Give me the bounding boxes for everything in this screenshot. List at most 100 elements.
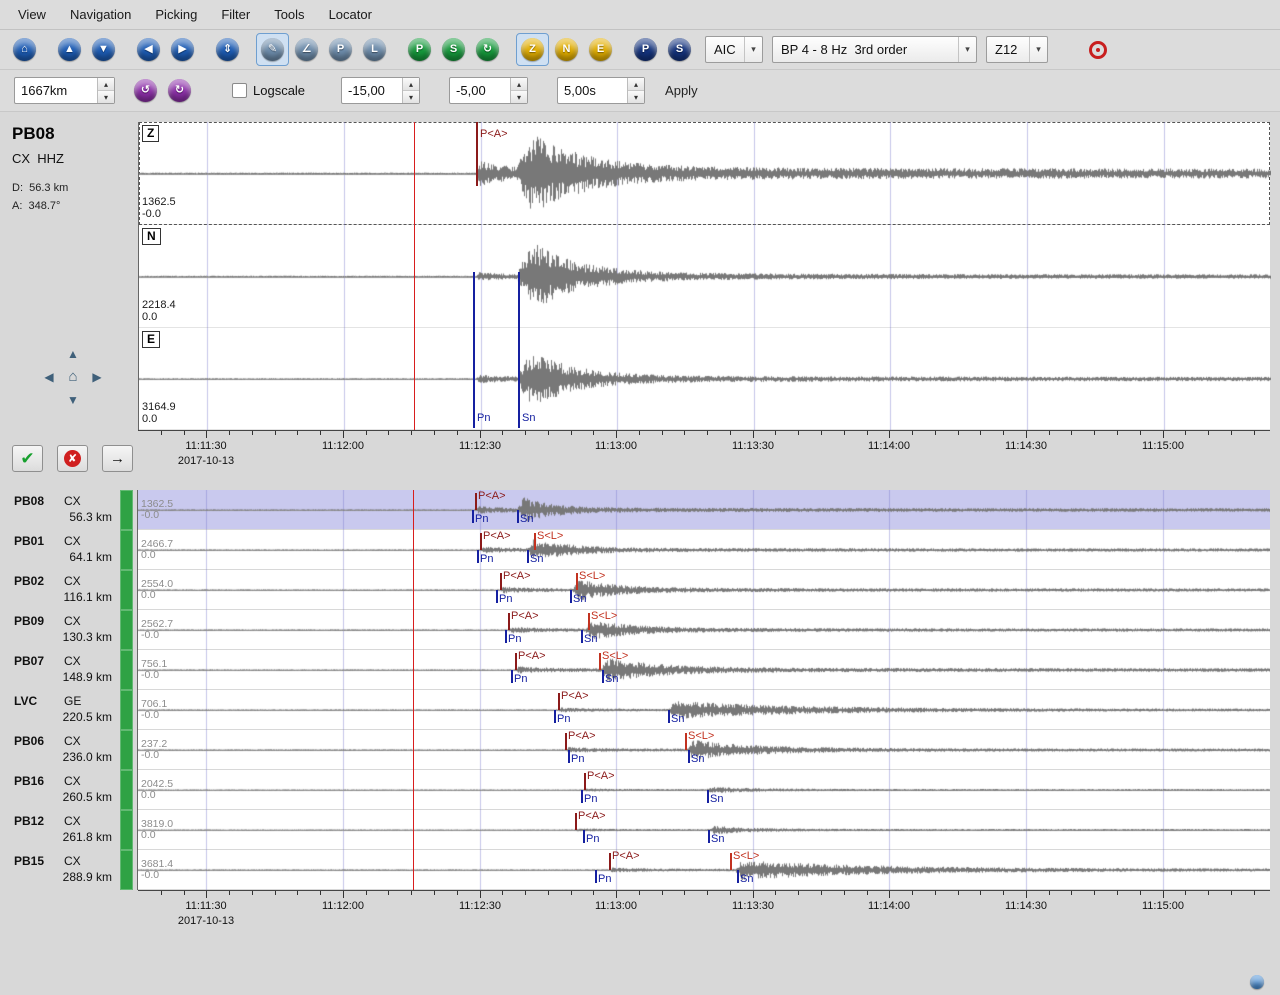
pick-marker-manual[interactable] [708,830,710,843]
phase-p-button[interactable]: P [629,33,662,66]
pick-marker-manual[interactable] [737,870,739,883]
home-button[interactable]: ⌂ [8,33,41,66]
station-row-pb08[interactable]: PB08CX56.3 km1362.5-0.0P<A>PnSn [0,490,1280,530]
station-trace[interactable]: 3819.00.0P<A>PnSn [138,810,1270,850]
pick-marker-manual[interactable] [527,550,529,563]
rotate-ccw-button[interactable]: ↺ [129,74,162,107]
component-trace-panel[interactable]: Z1362.5-0.0N2218.40.0E3164.90.0P<A>PnSn [138,122,1270,430]
pick-marker-manual[interactable] [505,630,507,643]
pick-marker-auto[interactable] [534,533,536,550]
pick-marker-manual[interactable] [581,790,583,803]
component-e-button[interactable]: E [584,33,617,66]
station-trace[interactable]: 2042.50.0P<A>PnSn [138,770,1270,810]
pick-marker-auto[interactable] [565,733,567,750]
menu-view[interactable]: View [6,3,58,26]
waveform-canvas[interactable] [138,490,1270,530]
reject-pick-button[interactable]: ✘ [57,445,88,472]
station-trace[interactable]: 3681.4-0.0P<A>S<L>PnSn [138,850,1270,890]
pick-marker-auto[interactable] [475,493,477,510]
waveform-canvas[interactable] [138,850,1270,890]
auto-pick-s-button[interactable]: S [437,33,470,66]
pick-marker-manual[interactable] [688,750,690,763]
pick-marker-auto[interactable] [599,653,601,670]
pick-marker-manual[interactable] [554,710,556,723]
pick-marker-manual[interactable] [707,790,709,803]
polarity-button[interactable]: ∠ [290,33,323,66]
pick-marker-manual[interactable] [472,510,474,523]
next-station-apply-button[interactable]: → [102,445,133,472]
pick-marker-auto[interactable] [558,693,560,710]
logscale-checkbox[interactable] [232,83,247,98]
waveform-canvas[interactable] [138,650,1270,690]
pick-marker-manual[interactable] [581,630,583,643]
spin-up-icon[interactable]: ▴ [98,78,114,91]
apply-button[interactable]: Apply [659,79,704,102]
nav-left-button[interactable]: ◀ [44,370,53,384]
waveform-canvas[interactable] [139,122,1271,225]
station-trace[interactable]: 2562.7-0.0P<A>S<L>PnSn [138,610,1270,650]
station-trace[interactable]: 2466.70.0P<A>S<L>PnSn [138,530,1270,570]
pick-marker-manual[interactable] [496,590,498,603]
pick-marker-auto[interactable] [575,813,577,830]
waveform-canvas[interactable] [139,328,1271,430]
station-row-lvc[interactable]: LVCGE220.5 km706.1-0.0P<A>PnSn [0,690,1280,730]
station-row-pb12[interactable]: PB12CX261.8 km3819.00.0P<A>PnSn [0,810,1280,850]
pick-marker-manual[interactable] [602,670,604,683]
station-trace[interactable]: 1362.5-0.0P<A>PnSn [138,490,1270,530]
station-trace[interactable]: 706.1-0.0P<A>PnSn [138,690,1270,730]
waveform-canvas[interactable] [138,530,1270,570]
rotation-select[interactable]: Z12 ▾ [986,36,1048,63]
previous-trace-button[interactable]: ◀ [132,33,165,66]
pick-marker-manual[interactable] [570,590,572,603]
spin-up-icon[interactable]: ▴ [628,78,644,91]
filter-select[interactable]: BP 4 - 8 Hz 3rd order ▾ [772,36,977,63]
component-n-button[interactable]: N [550,33,583,66]
menu-tools[interactable]: Tools [262,3,316,26]
pick-marker-auto[interactable] [584,773,586,790]
picker-algorithm-select[interactable]: AIC ▾ [705,36,763,63]
waveform-canvas[interactable] [138,770,1270,810]
auto-pick-p-button[interactable]: P [403,33,436,66]
amplitude-max-spinner[interactable]: -5,00 ▴ ▾ [449,77,528,104]
pick-mode-button[interactable]: ✎ [256,33,289,66]
spin-up-icon[interactable]: ▴ [511,78,527,91]
spin-down-icon[interactable]: ▾ [628,91,644,103]
station-trace[interactable]: 237.2-0.0P<A>S<L>PnSn [138,730,1270,770]
station-row-pb06[interactable]: PB06CX236.0 km237.2-0.0P<A>S<L>PnSn [0,730,1280,770]
waveform-canvas[interactable] [138,610,1270,650]
pick-marker-manual[interactable] [518,272,520,428]
pick-marker-auto[interactable] [730,853,732,870]
amplitude-min-spinner[interactable]: -15,00 ▴ ▾ [341,77,420,104]
pick-marker-auto[interactable] [500,573,502,590]
distance-limit-spinner[interactable]: 1667km ▴ ▾ [14,77,115,104]
station-row-pb16[interactable]: PB16CX260.5 km2042.50.0P<A>PnSn [0,770,1280,810]
pick-marker-auto[interactable] [508,613,510,630]
nav-right-button[interactable]: ▶ [92,370,101,384]
menu-locator[interactable]: Locator [317,3,384,26]
previous-station-button[interactable]: ▲ [53,33,86,66]
spin-down-icon[interactable]: ▾ [403,91,419,103]
pick-marker-auto[interactable] [515,653,517,670]
pick-marker-auto[interactable] [480,533,482,550]
pick-marker-manual[interactable] [583,830,585,843]
pick-marker-auto[interactable] [609,853,611,870]
station-trace[interactable]: 756.1-0.0P<A>S<L>PnSn [138,650,1270,690]
component-z-button[interactable]: Z [516,33,549,66]
station-row-pb07[interactable]: PB07CX148.9 km756.1-0.0P<A>S<L>PnSn [0,650,1280,690]
pick-marker-auto[interactable] [576,573,578,590]
component-trace-e[interactable]: E3164.90.0 [139,328,1270,430]
menu-filter[interactable]: Filter [209,3,262,26]
pick-marker-manual[interactable] [595,870,597,883]
waveform-canvas[interactable] [138,810,1270,850]
component-trace-n[interactable]: N2218.40.0 [139,225,1270,328]
component-trace-z[interactable]: Z1362.5-0.0 [139,122,1270,225]
uncertainty-l-button[interactable]: L [358,33,391,66]
menu-navigation[interactable]: Navigation [58,3,143,26]
confirm-pick-button[interactable]: ✔ [12,445,43,472]
menu-picking[interactable]: Picking [143,3,209,26]
next-station-button[interactable]: ▼ [87,33,120,66]
pick-marker-manual[interactable] [477,550,479,563]
pick-marker-manual[interactable] [517,510,519,523]
pick-marker-auto[interactable] [588,613,590,630]
sort-traces-button[interactable]: ⇕ [211,33,244,66]
